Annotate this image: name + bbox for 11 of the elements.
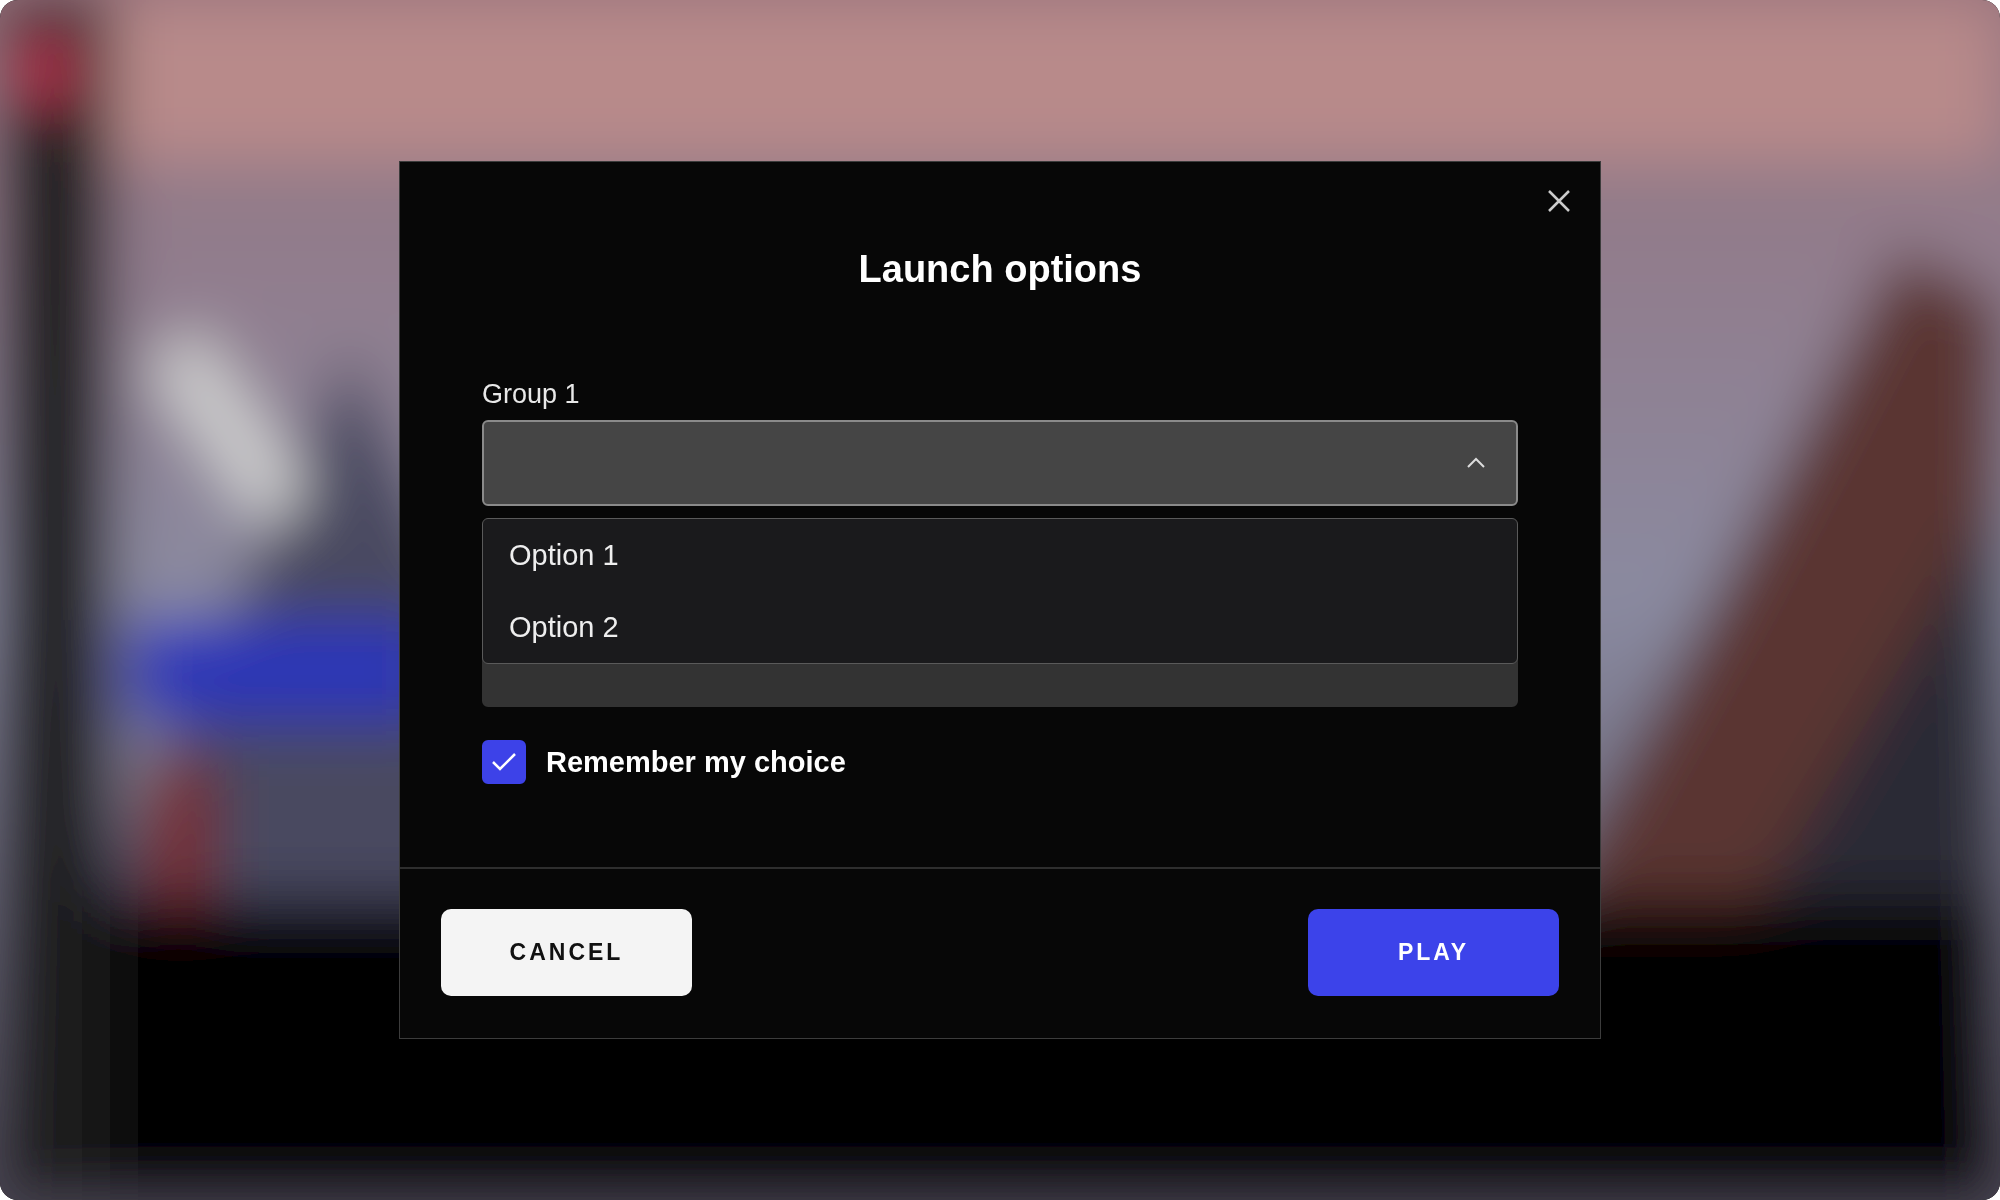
dialog-title: Launch options (857, 247, 1143, 292)
chevron-up-icon (1466, 457, 1486, 469)
cancel-button[interactable]: CANCEL (441, 909, 692, 996)
checkbox[interactable] (482, 740, 526, 784)
checkmark-icon (491, 752, 517, 772)
dropdown-field[interactable] (482, 420, 1518, 506)
dropdown-option[interactable]: Option 2 (483, 591, 1517, 663)
play-button[interactable]: PLAY (1308, 909, 1559, 996)
field-label: Group 1 (482, 378, 581, 411)
dropdown-option[interactable]: Option 1 (483, 519, 1517, 591)
checkbox-label: Remember my choice (546, 745, 846, 779)
